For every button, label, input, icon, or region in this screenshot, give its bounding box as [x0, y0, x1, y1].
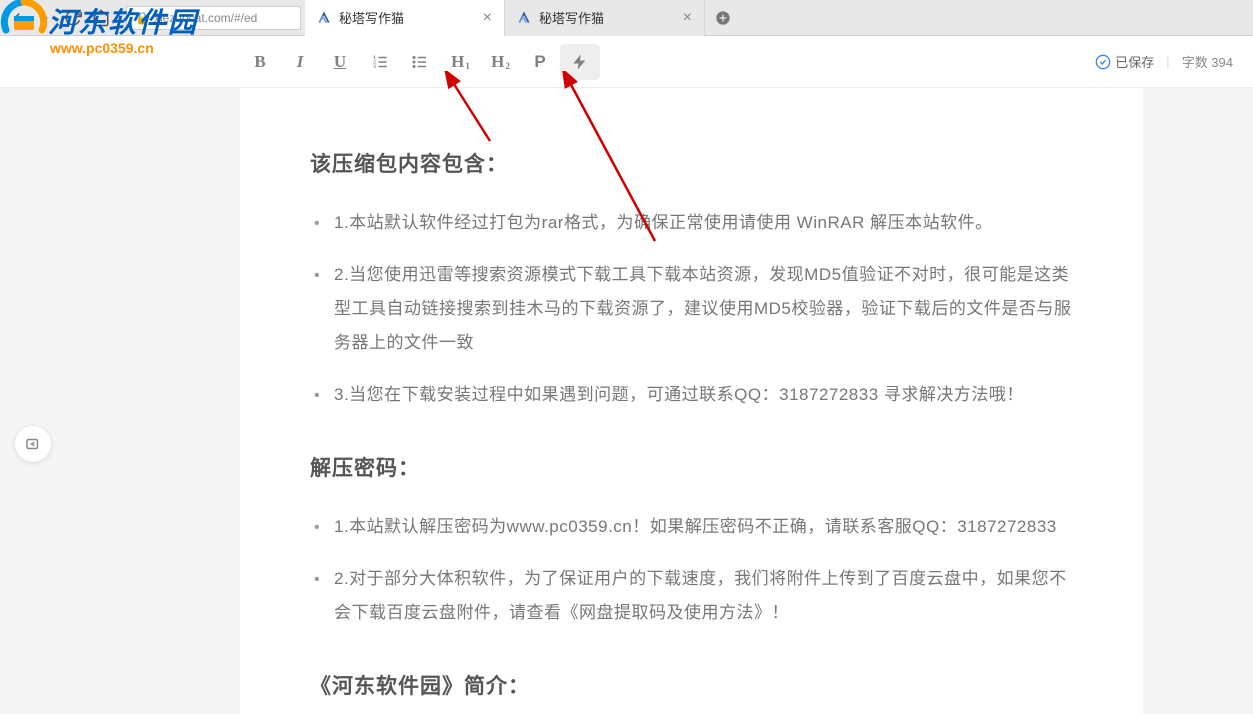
document-content: 该压缩包内容包含： 1.本站默认软件经过打包为rar格式，为确保正常使用请使用 …	[310, 148, 1073, 700]
reload-button[interactable]	[64, 9, 82, 27]
url-bar[interactable]: 🔒 xiezuocat.com/#/ed	[126, 6, 301, 30]
tab-title: 秘塔写作猫	[539, 8, 604, 27]
word-count: 字数 394	[1182, 52, 1233, 71]
favicon-icon	[317, 11, 331, 25]
unordered-list-button[interactable]	[400, 44, 440, 80]
tab-1[interactable]: 秘塔写作猫 ×	[505, 0, 705, 36]
underline-button[interactable]: U	[320, 44, 360, 80]
lock-icon: 🔒	[135, 11, 150, 25]
close-icon[interactable]: ×	[683, 9, 692, 27]
saved-indicator: 已保存	[1095, 52, 1154, 71]
back-button[interactable]	[8, 9, 26, 27]
list-item: 3.当您在下载安装过程中如果遇到问题，可通过联系QQ：3187272833 寻求…	[334, 378, 1073, 412]
nav-buttons	[0, 9, 118, 27]
lightning-icon	[571, 53, 589, 71]
editor-toolbar: B I U 123 H1 H2 P 已保存 | 字数 394	[0, 36, 1253, 88]
tab-strip: 秘塔写作猫 × 秘塔写作猫 ×	[305, 0, 741, 36]
tab-0[interactable]: 秘塔写作猫 ×	[305, 0, 505, 36]
bold-button[interactable]: B	[240, 44, 280, 80]
section-heading: 解压密码：	[310, 452, 1073, 482]
section-heading: 《河东软件园》简介：	[310, 670, 1073, 700]
toolbar-status: 已保存 | 字数 394	[1095, 52, 1233, 71]
list-item: 2.当您使用迅雷等搜索资源模式下载工具下载本站资源，发现MD5值验证不对时，很可…	[334, 258, 1073, 360]
italic-button[interactable]: I	[280, 44, 320, 80]
list-item: 1.本站默认解压密码为www.pc0359.cn！如果解压密码不正确，请联系客服…	[334, 510, 1073, 544]
section-list: 1.本站默认解压密码为www.pc0359.cn！如果解压密码不正确，请联系客服…	[310, 510, 1073, 630]
favicon-icon	[517, 11, 531, 25]
lightning-button[interactable]	[560, 44, 600, 80]
svg-text:3: 3	[373, 64, 376, 70]
unordered-list-icon	[411, 53, 429, 71]
browser-chrome: 🔒 xiezuocat.com/#/ed 秘塔写作猫 × 秘塔写作猫 ×	[0, 0, 1253, 36]
tab-title: 秘塔写作猫	[339, 8, 404, 27]
document-area[interactable]: 该压缩包内容包含： 1.本站默认软件经过打包为rar格式，为确保正常使用请使用 …	[240, 88, 1143, 714]
url-text: xiezuocat.com/#/ed	[154, 11, 257, 25]
paragraph-button[interactable]: P	[520, 44, 560, 80]
collapse-icon	[24, 435, 42, 453]
list-item: 1.本站默认软件经过打包为rar格式，为确保正常使用请使用 WinRAR 解压本…	[334, 206, 1073, 240]
check-circle-icon	[1095, 54, 1111, 70]
section-heading: 该压缩包内容包含：	[310, 148, 1073, 178]
app-area: B I U 123 H1 H2 P 已保存 | 字数 394	[0, 36, 1253, 714]
saved-label: 已保存	[1115, 52, 1154, 71]
h2-button[interactable]: H2	[480, 44, 520, 80]
home-button[interactable]	[92, 9, 110, 27]
list-item: 2.对于部分大体积软件，为了保证用户的下载速度，我们将附件上传到了百度云盘中，如…	[334, 562, 1073, 630]
forward-button[interactable]	[36, 9, 54, 27]
ordered-list-button[interactable]: 123	[360, 44, 400, 80]
divider: |	[1166, 54, 1169, 69]
ordered-list-icon: 123	[371, 53, 389, 71]
add-tab-button[interactable]	[705, 0, 741, 36]
close-icon[interactable]: ×	[483, 9, 492, 27]
section-list: 1.本站默认软件经过打包为rar格式，为确保正常使用请使用 WinRAR 解压本…	[310, 206, 1073, 412]
h1-button[interactable]: H1	[440, 44, 480, 80]
format-buttons: B I U 123 H1 H2 P	[240, 44, 600, 80]
collapse-sidebar-button[interactable]	[15, 426, 51, 462]
